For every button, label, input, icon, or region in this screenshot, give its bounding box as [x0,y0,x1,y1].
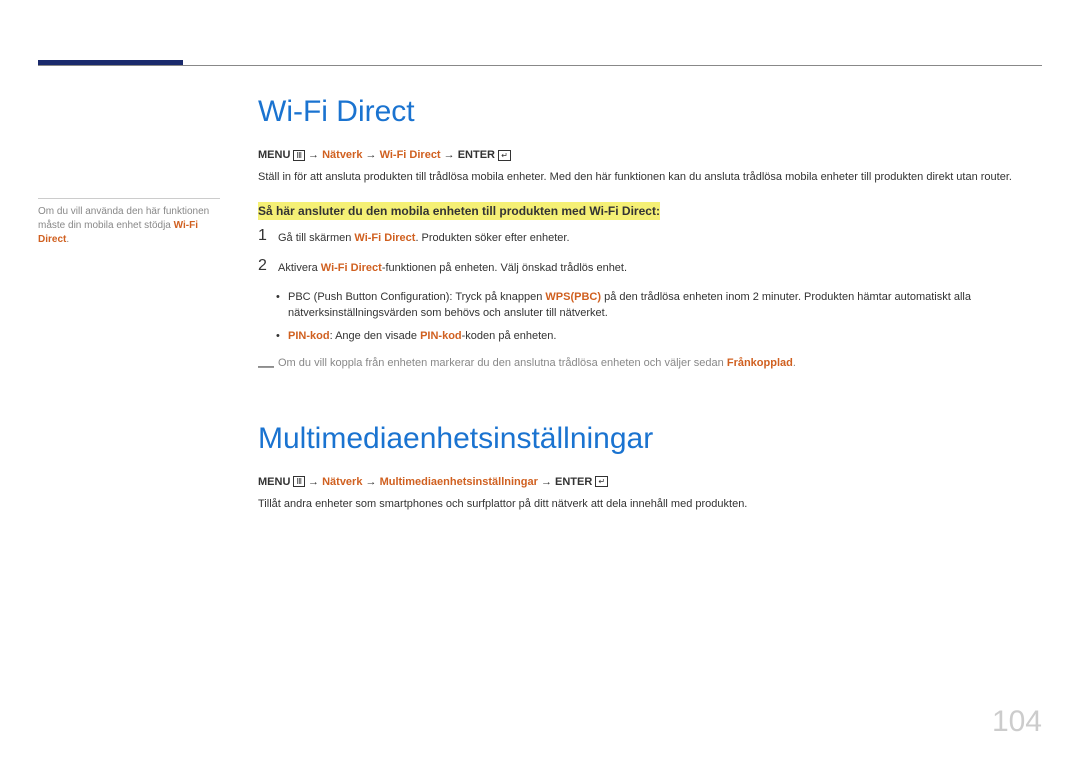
heading-multimedia: Multimediaenhetsinställningar [258,422,1042,456]
arrow-icon: → [366,476,377,488]
heading-wifi-direct: Wi-Fi Direct [258,95,1042,129]
menu-step: Multimediaenhetsinställningar [380,476,538,488]
steps-list: 1 Gå till skärmen Wi-Fi Direct. Produkte… [258,228,1042,277]
disconnect-note: ― Om du vill koppla från enheten markera… [258,355,1042,372]
menu-icon: Ⅲ [293,476,305,487]
arrow-icon: → [308,149,319,161]
step-1: 1 Gå till skärmen Wi-Fi Direct. Produkte… [258,228,1042,247]
step-text: Aktivera [278,262,321,274]
bullet-bold: WPS(PBC) [545,291,601,303]
bullet-bold: PIN-kod [288,330,330,342]
bullet-text: -koden på enheten. [462,330,557,342]
arrow-icon: → [541,476,552,488]
bullet-pbc: PBC (Push Button Configuration): Tryck p… [288,289,1042,322]
step-number: 1 [258,228,278,244]
arrow-icon: → [308,476,319,488]
enter-icon: ↵ [498,150,511,161]
bullet-text: : Ange den visade [330,330,421,342]
menu-path-1: MENU Ⅲ → Nätverk → Wi-Fi Direct → ENTER … [258,149,1042,161]
step-text: . Produkten söker efter enheter. [415,232,569,244]
instruction-heading: Så här ansluter du den mobila enheten ti… [258,202,660,220]
menu-step: Nätverk [322,149,362,161]
menu-step: Wi-Fi Direct [380,149,441,161]
enter-label: ENTER [555,476,592,488]
note-text: . [793,357,796,369]
enter-icon: ↵ [595,476,608,487]
page-number: 104 [992,705,1042,739]
menu-icon: Ⅲ [293,150,305,161]
step-bold: Wi-Fi Direct [321,262,382,274]
menu-path-2: MENU Ⅲ → Nätverk → Multimediaenhetsinstä… [258,476,1042,488]
step-2: 2 Aktivera Wi-Fi Direct-funktionen på en… [258,258,1042,277]
bullet-bold: PIN-kod [420,330,462,342]
sidebar-suffix: . [66,234,69,245]
bullet-pin: PIN-kod: Ange den visade PIN-kod-koden p… [288,328,1042,345]
arrow-icon: → [366,149,377,161]
bullet-text: PBC (Push Button Configuration): Tryck p… [288,291,545,303]
main-content: Wi-Fi Direct MENU Ⅲ → Nätverk → Wi-Fi Di… [258,95,1042,528]
bullet-list: PBC (Push Button Configuration): Tryck p… [258,289,1042,345]
step-bold: Wi-Fi Direct [354,232,415,244]
sidebar-note: Om du vill använda den här funktionen må… [38,198,220,247]
step-number: 2 [258,258,278,274]
menu-label: MENU [258,149,290,161]
intro-paragraph: Ställ in för att ansluta produkten till … [258,169,1042,186]
menu-step: Nätverk [322,476,362,488]
enter-label: ENTER [458,149,495,161]
top-rule [38,65,1042,66]
menu-label: MENU [258,476,290,488]
note-text: Om du vill koppla från enheten markerar … [278,357,727,369]
note-bold: Frånkopplad [727,357,793,369]
step-text: -funktionen på enheten. Välj önskad tråd… [382,262,627,274]
intro-paragraph-2: Tillåt andra enheter som smartphones och… [258,496,1042,513]
dash-icon: ― [258,355,274,379]
step-text: Gå till skärmen [278,232,354,244]
arrow-icon: → [444,149,455,161]
